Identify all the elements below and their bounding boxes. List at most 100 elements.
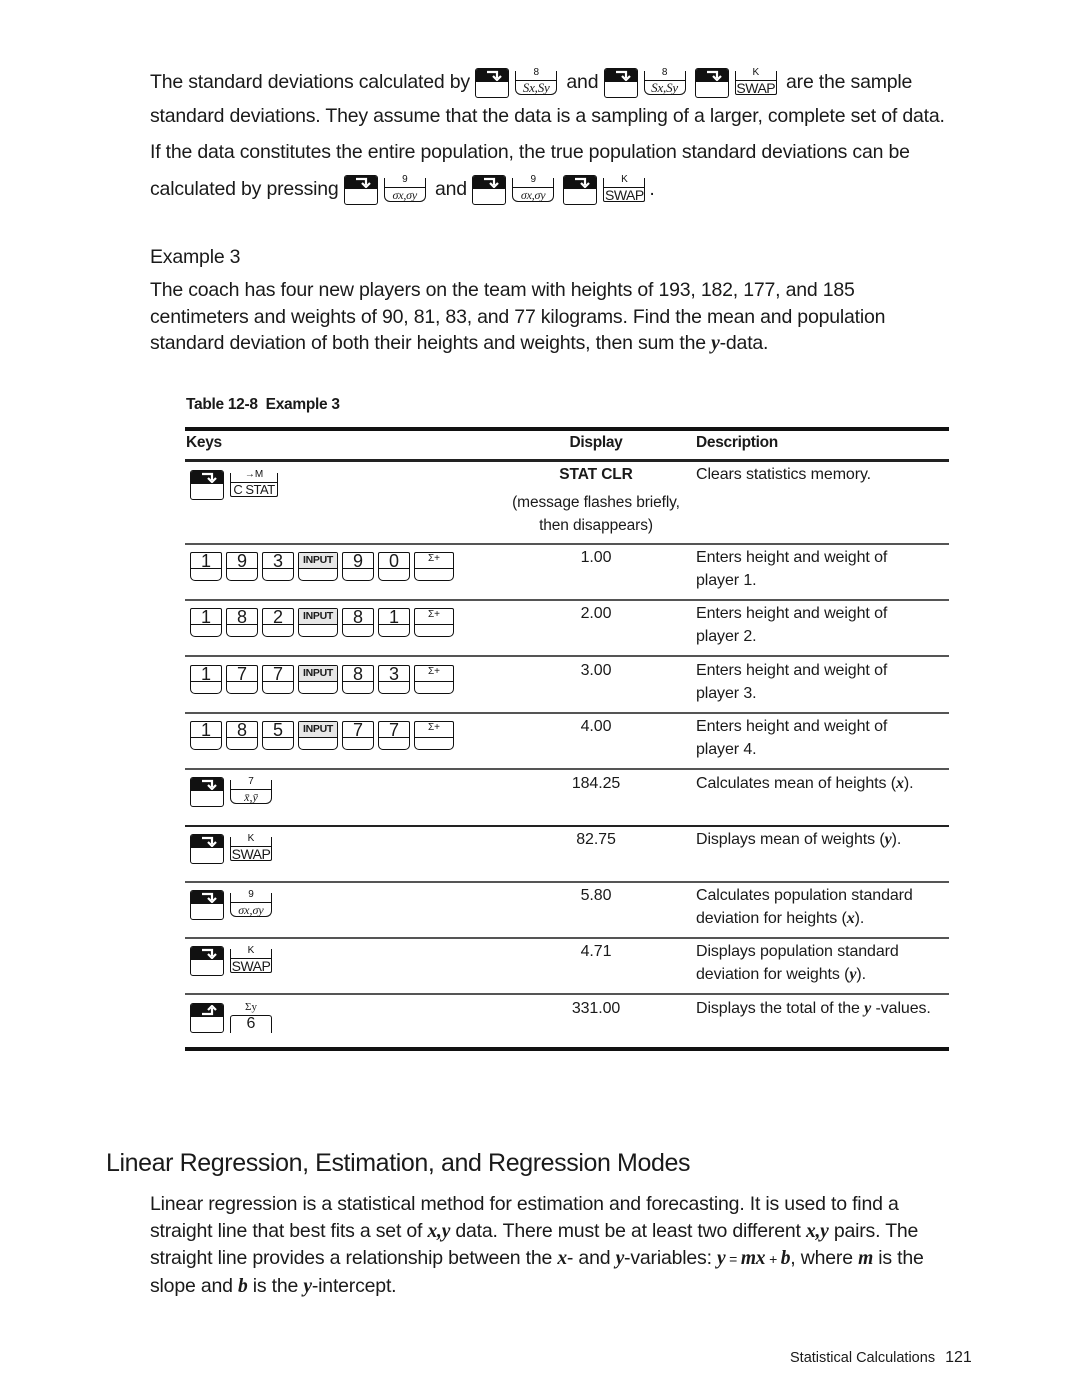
row-rule (185, 825, 949, 827)
sigma-x-sigma-y-key: 9 σx,σy (382, 174, 428, 205)
swap-key: K SWAP (603, 173, 646, 203)
digit-key-3: 3 (262, 552, 294, 581)
sx-sy-key: 8 Sx,Sy (513, 67, 559, 98)
intro-line-3: If the data constitutes the entire popul… (150, 141, 910, 163)
intro-line-4: calculated by pressing 9 σx,σy and 9 σx,σy… (150, 173, 655, 205)
right-shift-key (603, 67, 638, 98)
sx-sy-key: 8 Sx,Sy (642, 67, 688, 98)
table-top-rule (185, 427, 949, 431)
footer-page-number: 121 (945, 1349, 972, 1366)
right-shift-key (190, 834, 224, 864)
digit-key-1: 1 (190, 665, 222, 694)
right-shift-key (563, 174, 598, 205)
digit-key-1: 1 (378, 608, 410, 637)
row-description: Clears statistics memory. (696, 466, 872, 483)
sigma-plus-key: Σ+ (414, 665, 454, 694)
row-keys: K SWAP (190, 833, 276, 864)
digit-key-1: 1 (190, 608, 222, 637)
input-key: INPUT (298, 552, 338, 581)
digit-key-8: 8 (226, 608, 258, 637)
row-rule (185, 712, 949, 714)
row-display: 2.00 (580, 605, 612, 622)
row-display: 184.25 (571, 775, 621, 792)
row-display-note: (message flashes briefly, then disappear… (512, 494, 680, 534)
row-display: 82.75 (576, 831, 616, 848)
digit-key-3: 3 (378, 665, 410, 694)
digit-key-5: 5 (262, 721, 294, 750)
sum-y-key: Σy 6 (228, 1001, 274, 1033)
right-shift-key (472, 174, 507, 205)
intro-line-2: standard deviations. They assume that th… (150, 105, 945, 127)
section-paragraph: Linear regression is a statistical metho… (150, 1193, 924, 1297)
row-rule (185, 599, 949, 601)
row-description: Enters height and weight of player 3. (696, 662, 888, 702)
right-shift-key (475, 67, 510, 98)
row-keys: 1 8 2 INPUT 8 1 Σ+ (190, 608, 458, 637)
right-shift-key (190, 890, 224, 920)
row-keys: 1 7 7 INPUT 8 3 Σ+ (190, 665, 458, 694)
sigma-plus-key: Σ+ (414, 552, 454, 581)
digit-key-8: 8 (226, 721, 258, 750)
row-keys: Σy 6 (190, 1001, 276, 1033)
digit-key-9: 9 (342, 552, 374, 581)
mean-x-y-key: 7 x̄,ȳ (228, 776, 274, 807)
header-description: Description (696, 434, 778, 451)
row-description: Calculates mean of heights (x). (696, 775, 914, 792)
input-key: INPUT (298, 721, 338, 750)
c-stat-key: →M C STAT (228, 469, 280, 500)
row-rule (185, 937, 949, 939)
row-description: Calculates population standard deviation… (696, 887, 913, 927)
table-caption: Table 12-8 Example 3 (186, 396, 340, 413)
digit-key-7: 7 (262, 665, 294, 694)
digit-key-7: 7 (226, 665, 258, 694)
row-keys: 7 x̄,ȳ (190, 776, 276, 807)
digit-key-8: 8 (342, 608, 374, 637)
right-shift-key (694, 67, 729, 98)
section-title: Linear Regression, Estimation, and Regre… (106, 1149, 691, 1177)
row-keys: 1 9 3 INPUT 9 0 Σ+ (190, 552, 458, 581)
row-description: Enters height and weight of player 2. (696, 605, 888, 645)
input-key: INPUT (298, 665, 338, 694)
row-keys: 9 σx,σy (190, 889, 276, 920)
row-display: 5.80 (580, 887, 612, 904)
swap-key: K SWAP (230, 945, 272, 974)
row-keys: 1 8 5 INPUT 7 7 Σ+ (190, 721, 458, 750)
row-keys: →M C STAT (190, 469, 282, 500)
digit-key-7: 7 (342, 721, 374, 750)
table-bottom-rule (185, 1047, 949, 1051)
left-shift-key (190, 1003, 224, 1033)
row-description: Displays population standard deviation f… (696, 943, 899, 983)
row-description: Enters height and weight of player 4. (696, 718, 888, 758)
row-display: 1.00 (580, 549, 612, 566)
digit-key-9: 9 (226, 552, 258, 581)
row-rule (185, 655, 949, 657)
row-display: STAT CLR (559, 466, 633, 483)
row-rule (185, 881, 949, 883)
footer-chapter: Statistical Calculations (790, 1350, 936, 1366)
row-display: 3.00 (580, 662, 612, 679)
header-keys: Keys (186, 434, 222, 451)
input-key: INPUT (298, 608, 338, 637)
example-heading: Example 3 (150, 246, 241, 268)
intro-line-1: The standard deviations calculated by 8S… (150, 66, 913, 98)
header-display: Display (569, 434, 623, 451)
row-rule (185, 543, 949, 545)
intro-paragraph: The standard deviations calculated by 8S… (150, 66, 1000, 206)
row-description: Enters height and weight of player 1. (696, 549, 888, 589)
page-footer: Statistical Calculations 121 (790, 1349, 972, 1367)
digit-key-8: 8 (342, 665, 374, 694)
right-shift-key (190, 777, 224, 807)
row-display: 331.00 (571, 1000, 621, 1017)
row-description: Displays mean of weights (y). (696, 831, 902, 848)
example-text: The coach has four new players on the te… (150, 279, 886, 354)
row-keys: K SWAP (190, 945, 276, 976)
sigma-x-sigma-y-key: 9 σx,σy (228, 889, 274, 920)
digit-key-2: 2 (262, 608, 294, 637)
row-description: Displays the total of the y -values. (696, 1000, 931, 1017)
digit-key-1: 1 (190, 552, 222, 581)
digit-key-7: 7 (378, 721, 410, 750)
row-rule (185, 768, 949, 770)
right-shift-key (343, 174, 378, 205)
sigma-plus-key: Σ+ (414, 608, 454, 637)
digit-key-0: 0 (378, 552, 410, 581)
